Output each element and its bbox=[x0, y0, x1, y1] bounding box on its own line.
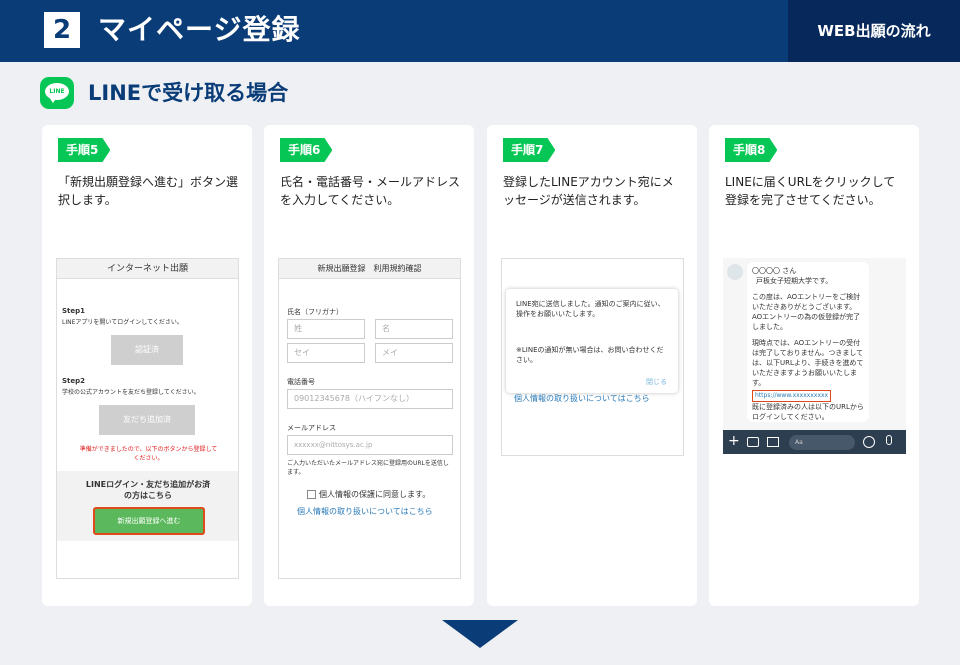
phone-label: 電話番号 bbox=[287, 378, 315, 386]
step-description: LINEに届くURLをクリックして登録を完了させてください。 bbox=[725, 175, 896, 207]
message-p3: 既に登録済みの人は以下のURLからログインしてください。 bbox=[752, 403, 864, 421]
sent-dialog: LINE宛に送信しました。通知のご案内に従い、操作をお願いいたします。 ※LIN… bbox=[506, 289, 678, 393]
screenshot-sent-dialog: LINE宛に送信しました。通知のご案内に従い、操作をお願いいたします。 ※LIN… bbox=[501, 258, 684, 456]
registration-url-link[interactable]: https://www.xxxxxxxxxx bbox=[752, 390, 832, 402]
privacy-link[interactable]: 個人情報の取り扱いについてはこちら bbox=[297, 506, 433, 517]
last-kana-input[interactable]: セイ bbox=[287, 343, 365, 363]
step1-label: Step1 bbox=[62, 307, 86, 315]
agree-label: 個人情報の保護に同意します。 bbox=[319, 490, 431, 499]
chat-input-bar: + Aa bbox=[723, 430, 906, 454]
mail-note: ご入力いただいたメールアドレス宛に登録用のURLを送信します。 bbox=[287, 460, 449, 476]
recipient-name: 〇〇〇〇 さん bbox=[752, 267, 797, 275]
step2-label: Step2 bbox=[62, 377, 86, 385]
message-p1: この度は、AOエントリーをご検討いただきありがとうございます。AOエントリーの為… bbox=[752, 293, 861, 331]
message-input[interactable]: Aa bbox=[789, 435, 855, 450]
page-title: マイページ登録 bbox=[98, 13, 301, 46]
step-card-8: 手順8 LINEに届くURLをクリックして登録を完了させてください。 〇〇〇〇 … bbox=[709, 125, 919, 606]
screenshot-internet-application: インターネット出願 Step1 LINEアプリを開いてログインしてください。 認… bbox=[56, 258, 239, 579]
flow-label: WEB出願の流れ bbox=[788, 0, 960, 62]
screenshot-line-message: 〇〇〇〇 さん 戸板女子短期大学です。 この度は、AOエントリーをご検討いただき… bbox=[723, 258, 906, 454]
screenshot-registration-form: 新規出願登録 利用規約確認 氏名（フリガナ） 姓 名 セイ メイ 電話番号 09… bbox=[278, 258, 461, 579]
step-number-badge: 2 bbox=[44, 12, 80, 48]
login-prompt: LINEログイン・友だち追加がお済の方はこちら bbox=[85, 480, 211, 500]
name-label: 氏名（フリガナ） bbox=[287, 308, 343, 316]
first-kana-input[interactable]: メイ bbox=[375, 343, 453, 363]
friend-added-button[interactable]: 友だち追加済 bbox=[99, 405, 195, 435]
step-badge: 手順8 bbox=[725, 138, 778, 162]
message-p2: 現時点では、AOエントリーの受付は完了しておりません。つきましては、以下URLよ… bbox=[752, 339, 864, 387]
screen-title: インターネット出願 bbox=[57, 259, 238, 279]
plus-icon[interactable]: + bbox=[728, 433, 740, 449]
microphone-icon[interactable] bbox=[886, 435, 892, 445]
agree-checkbox[interactable] bbox=[307, 490, 316, 499]
line-icon: LINE bbox=[40, 77, 74, 109]
step-badge: 手順6 bbox=[280, 138, 333, 162]
step-badge: 手順7 bbox=[503, 138, 556, 162]
last-name-input[interactable]: 姓 bbox=[287, 319, 365, 339]
step-description: 氏名・電話番号・メールアドレスを入力してください。 bbox=[280, 175, 461, 207]
message-bubble: 〇〇〇〇 さん 戸板女子短期大学です。 この度は、AOエントリーをご検討いただき… bbox=[747, 262, 869, 422]
screen-title: 新規出願登録 利用規約確認 bbox=[279, 259, 460, 279]
step-description: 登録したLINEアカウント宛にメッセージが送信されます。 bbox=[503, 175, 674, 207]
down-arrow-icon bbox=[442, 620, 518, 648]
mail-label: メールアドレス bbox=[287, 424, 336, 432]
step-description: 「新規出願登録へ進む」ボタン選択します。 bbox=[58, 175, 239, 207]
step2-text: 学校の公式アカウントを友だち登録してください。 bbox=[62, 389, 200, 396]
step1-text: LINEアプリを開いてログインしてください。 bbox=[62, 319, 183, 326]
ready-notice: 準備ができましたので、以下のボタンから登録してください。 bbox=[79, 446, 218, 462]
step-card-6: 手順6 氏名・電話番号・メールアドレスを入力してください。 新規出願登録 利用規… bbox=[264, 125, 474, 606]
step-badge: 手順5 bbox=[58, 138, 111, 162]
emoji-icon[interactable] bbox=[863, 436, 875, 448]
step-card-5: 手順5 「新規出願登録へ進む」ボタン選択します。 インターネット出願 Step1… bbox=[42, 125, 252, 606]
section-title: LINEで受け取る場合 bbox=[88, 81, 289, 105]
header-bar: 2 マイページ登録 WEB出願の流れ bbox=[0, 0, 960, 62]
new-application-button[interactable]: 新規出願登録へ進む bbox=[93, 507, 205, 535]
avatar bbox=[727, 264, 743, 280]
first-name-input[interactable]: 名 bbox=[375, 319, 453, 339]
school-name: 戸板女子短期大学です。 bbox=[756, 277, 833, 285]
camera-icon[interactable] bbox=[747, 437, 759, 447]
dialog-text: LINE宛に送信しました。通知のご案内に従い、操作をお願いいたします。 bbox=[516, 300, 665, 318]
dialog-note: ※LINEの通知が無い場合は、お問い合わせください。 bbox=[516, 346, 664, 364]
close-button[interactable]: 閉じる bbox=[646, 377, 667, 387]
behind-privacy-link: 個人情報の取り扱いについてはこちら bbox=[514, 394, 650, 403]
mail-input[interactable]: xxxxxx@nittosys.ac.jp bbox=[287, 435, 453, 455]
image-icon[interactable] bbox=[767, 437, 779, 447]
step-card-7: 手順7 登録したLINEアカウント宛にメッセージが送信されます。 LINE宛に送… bbox=[487, 125, 697, 606]
phone-input[interactable]: 09012345678（ハイフンなし） bbox=[287, 389, 453, 409]
authenticated-button[interactable]: 認証済 bbox=[111, 335, 183, 365]
